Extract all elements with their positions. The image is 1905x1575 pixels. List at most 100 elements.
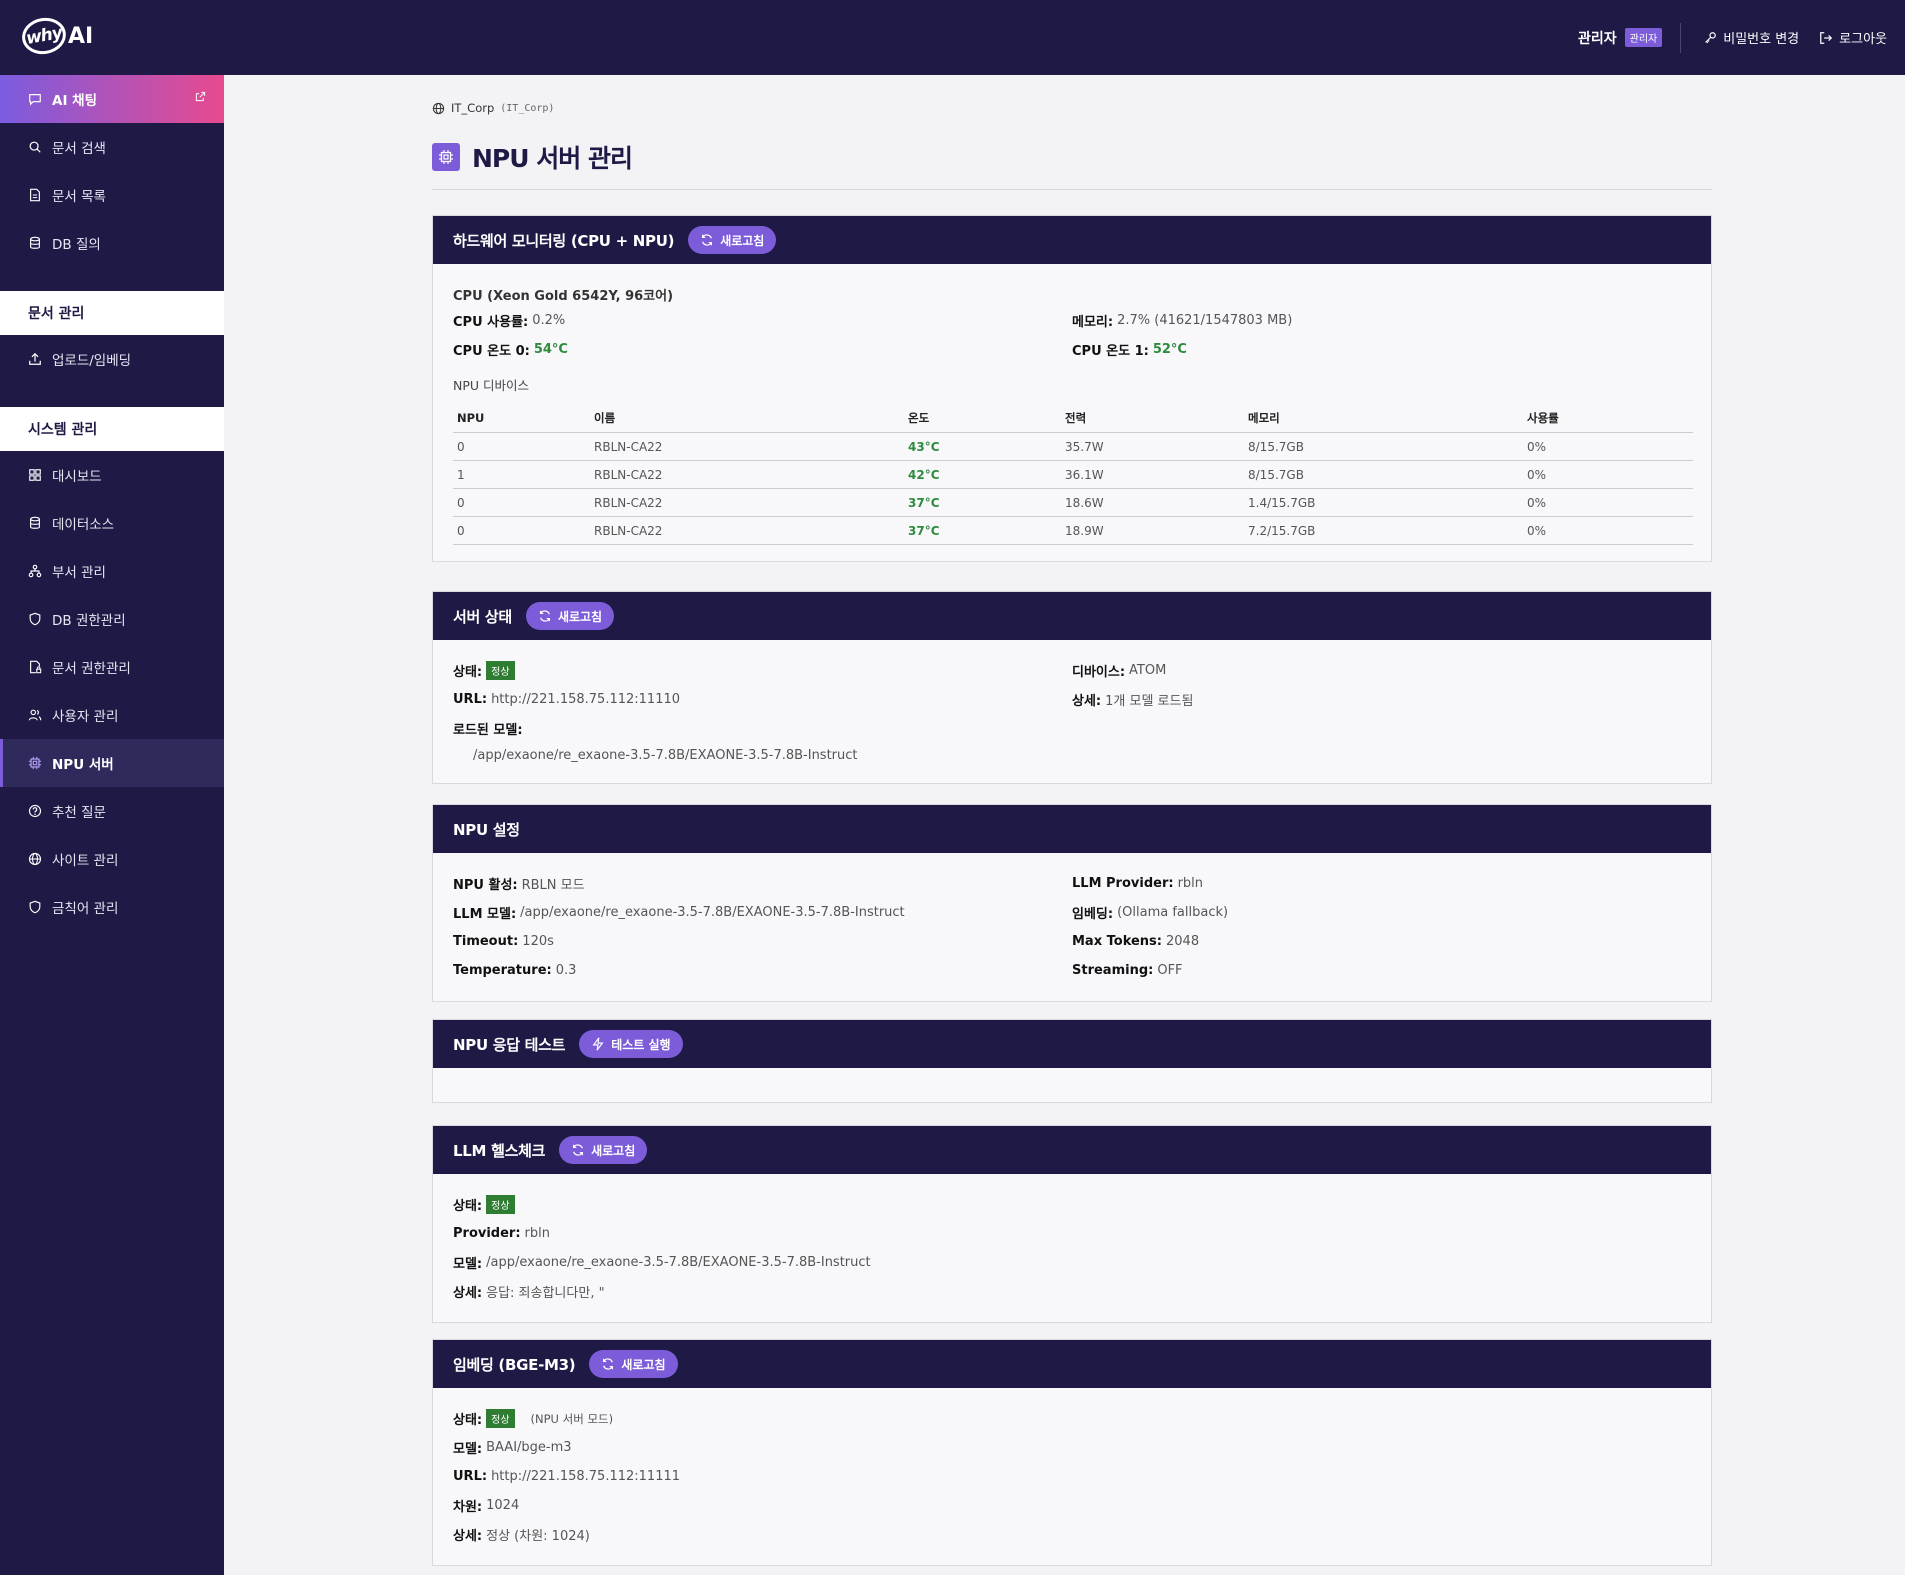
sidebar-item-label: DB 권한관리 [52, 613, 126, 629]
dashboard-icon [29, 469, 41, 481]
npu-active-label: NPU 활성: [453, 878, 518, 893]
logo-mark: why [19, 14, 69, 58]
npu-id: 0 [453, 488, 590, 517]
run-test-button[interactable]: 테스트 실행 [579, 1030, 683, 1058]
file-lock-icon [30, 660, 42, 674]
sidebar-item-doc-list[interactable]: 문서 목록 [0, 171, 224, 219]
llm-model-label: LLM 모델: [453, 907, 517, 922]
shield-icon [29, 900, 41, 914]
npu-memory: 8/15.7GB [1244, 460, 1523, 489]
logo[interactable]: why AI [19, 14, 94, 58]
chat-icon [29, 94, 41, 106]
logout-link[interactable]: 로그아웃 [1819, 28, 1887, 47]
npu-usage: 0% [1523, 516, 1693, 545]
npu-settings-card: NPU 설정 NPU 활성: RBLN 모드 LLM 모델:/app/exaone… [432, 804, 1712, 1002]
breadcrumb: IT_Corp (IT_Corp) [432, 101, 554, 115]
card-title: 서버 상태 [453, 607, 512, 626]
breadcrumb-site[interactable]: IT_Corp [451, 101, 494, 115]
refresh-button[interactable]: 새로고침 [688, 226, 777, 254]
npu-usage: 0% [1523, 488, 1693, 517]
sidebar-item-site[interactable]: 사이트 관리 [0, 835, 224, 883]
refresh-button[interactable]: 새로고침 [559, 1136, 648, 1164]
sidebar-item-users[interactable]: 사용자 관리 [0, 691, 224, 739]
npu-id: 0 [453, 516, 590, 545]
provider-value: rbln [524, 1226, 550, 1241]
sidebar-item-doc-search[interactable]: 문서 검색 [0, 123, 224, 171]
npu-memory: 1.4/15.7GB [1244, 488, 1523, 517]
logout-label: 로그아웃 [1839, 32, 1887, 47]
refresh-button[interactable]: 새로고침 [525, 602, 615, 630]
logo-text: AI [68, 23, 94, 49]
status-badge: 정상 [486, 661, 515, 680]
title-divider [432, 189, 1712, 190]
sidebar-item-db-permission[interactable]: DB 권한관리 [0, 595, 224, 643]
sidebar-item-label: 문서 권한관리 [52, 661, 131, 677]
sidebar-item-department[interactable]: 부서 관리 [0, 547, 224, 595]
globe-icon [28, 852, 42, 866]
sidebar-item-suggested-questions[interactable]: 추천 질문 [0, 787, 224, 835]
sidebar-item-label: 업로드/임베딩 [52, 353, 132, 369]
sidebar-item-dashboard[interactable]: 대시보드 [0, 451, 224, 499]
sidebar-item-npu-server[interactable]: NPU 서버 [0, 739, 224, 787]
sidebar-section-docs: 문서 관리 [0, 291, 224, 335]
sidebar-item-forbidden-words[interactable]: 금칙어 관리 [0, 883, 224, 931]
device-value: ATOM [1129, 663, 1167, 678]
status-label: 상태: [453, 665, 483, 680]
shield-icon [29, 612, 41, 626]
refresh-button[interactable]: 새로고침 [589, 1350, 678, 1378]
model-label: 모델: [453, 1442, 483, 1457]
status-badge: 정상 [486, 1409, 515, 1428]
sidebar-item-label: 금칙어 관리 [52, 901, 119, 917]
url-value: http://221.158.75.112:11110 [491, 692, 681, 707]
refresh-icon [603, 1358, 614, 1370]
loaded-models-label: 로드된 모델: [453, 723, 523, 738]
column-header: 이름 [590, 404, 904, 433]
lightning-icon [592, 1037, 604, 1051]
npu-active-value: RBLN 모드 [521, 878, 585, 893]
npu-name: RBLN-CA22 [590, 460, 904, 489]
refresh-icon [539, 610, 550, 622]
loaded-model-item: /app/exaone/re_exaone-3.5-7.8B/EXAONE-3.… [473, 747, 858, 763]
embedding-value: (Ollama fallback) [1117, 905, 1229, 920]
sidebar-item-datasource[interactable]: 데이터소스 [0, 499, 224, 547]
column-header: 메모리 [1244, 404, 1523, 433]
url-label: URL: [453, 1469, 488, 1484]
npu-device-table: NPU 이름 온도 전력 메모리 사용률 0 RBLN-CA22 43°C 35… [453, 404, 1693, 545]
npu-memory: 7.2/15.7GB [1244, 516, 1523, 545]
column-header: NPU [453, 404, 590, 433]
database-icon [30, 236, 40, 249]
sidebar-item-db-query[interactable]: DB 질의 [0, 219, 224, 267]
npu-power: 35.7W [1061, 432, 1244, 461]
npu-temp: 43°C [904, 432, 1061, 461]
refresh-icon [702, 234, 713, 246]
sidebar-item-upload[interactable]: 업로드/임베딩 [0, 335, 224, 383]
sidebar-item-doc-permission[interactable]: 문서 권한관리 [0, 643, 224, 691]
change-password-link[interactable]: 비밀번호 변경 [1703, 28, 1799, 47]
column-header: 전력 [1061, 404, 1244, 433]
memory-label: 메모리: [1072, 315, 1114, 330]
cpu-temp1-value: 52°C [1152, 342, 1187, 357]
column-header: 사용률 [1523, 404, 1693, 433]
status-label: 상태: [453, 1413, 483, 1428]
npu-id: 1 [453, 460, 590, 489]
sidebar-item-label: 사이트 관리 [52, 853, 119, 869]
sidebar-item-label: 문서 검색 [52, 141, 106, 157]
npu-name: RBLN-CA22 [590, 516, 904, 545]
detail-value: 정상 (차원: 1024) [486, 1529, 590, 1544]
sidebar-item-ai-chat[interactable]: AI 채팅 [0, 75, 224, 123]
sidebar-item-label: NPU 서버 [52, 757, 114, 773]
npu-id: 0 [453, 432, 590, 461]
divider [1680, 22, 1682, 53]
org-chart-icon [28, 564, 42, 578]
llm-model-value: /app/exaone/re_exaone-3.5-7.8B/EXAONE-3.… [520, 905, 905, 920]
mode-note: (NPU 서버 모드) [530, 1411, 614, 1426]
dimension-value: 1024 [486, 1498, 520, 1513]
user-name: 관리자 [1578, 30, 1617, 47]
upload-icon [29, 352, 41, 365]
temperature-value: 0.3 [555, 963, 577, 978]
table-row: 0 RBLN-CA22 37°C 18.6W 1.4/15.7GB 0% [453, 488, 1693, 517]
breadcrumb-code: (IT_Corp) [500, 102, 555, 114]
npu-temp: 37°C [904, 488, 1061, 517]
table-row: 1 RBLN-CA22 42°C 36.1W 8/15.7GB 0% [453, 460, 1693, 489]
npu-usage: 0% [1523, 460, 1693, 489]
